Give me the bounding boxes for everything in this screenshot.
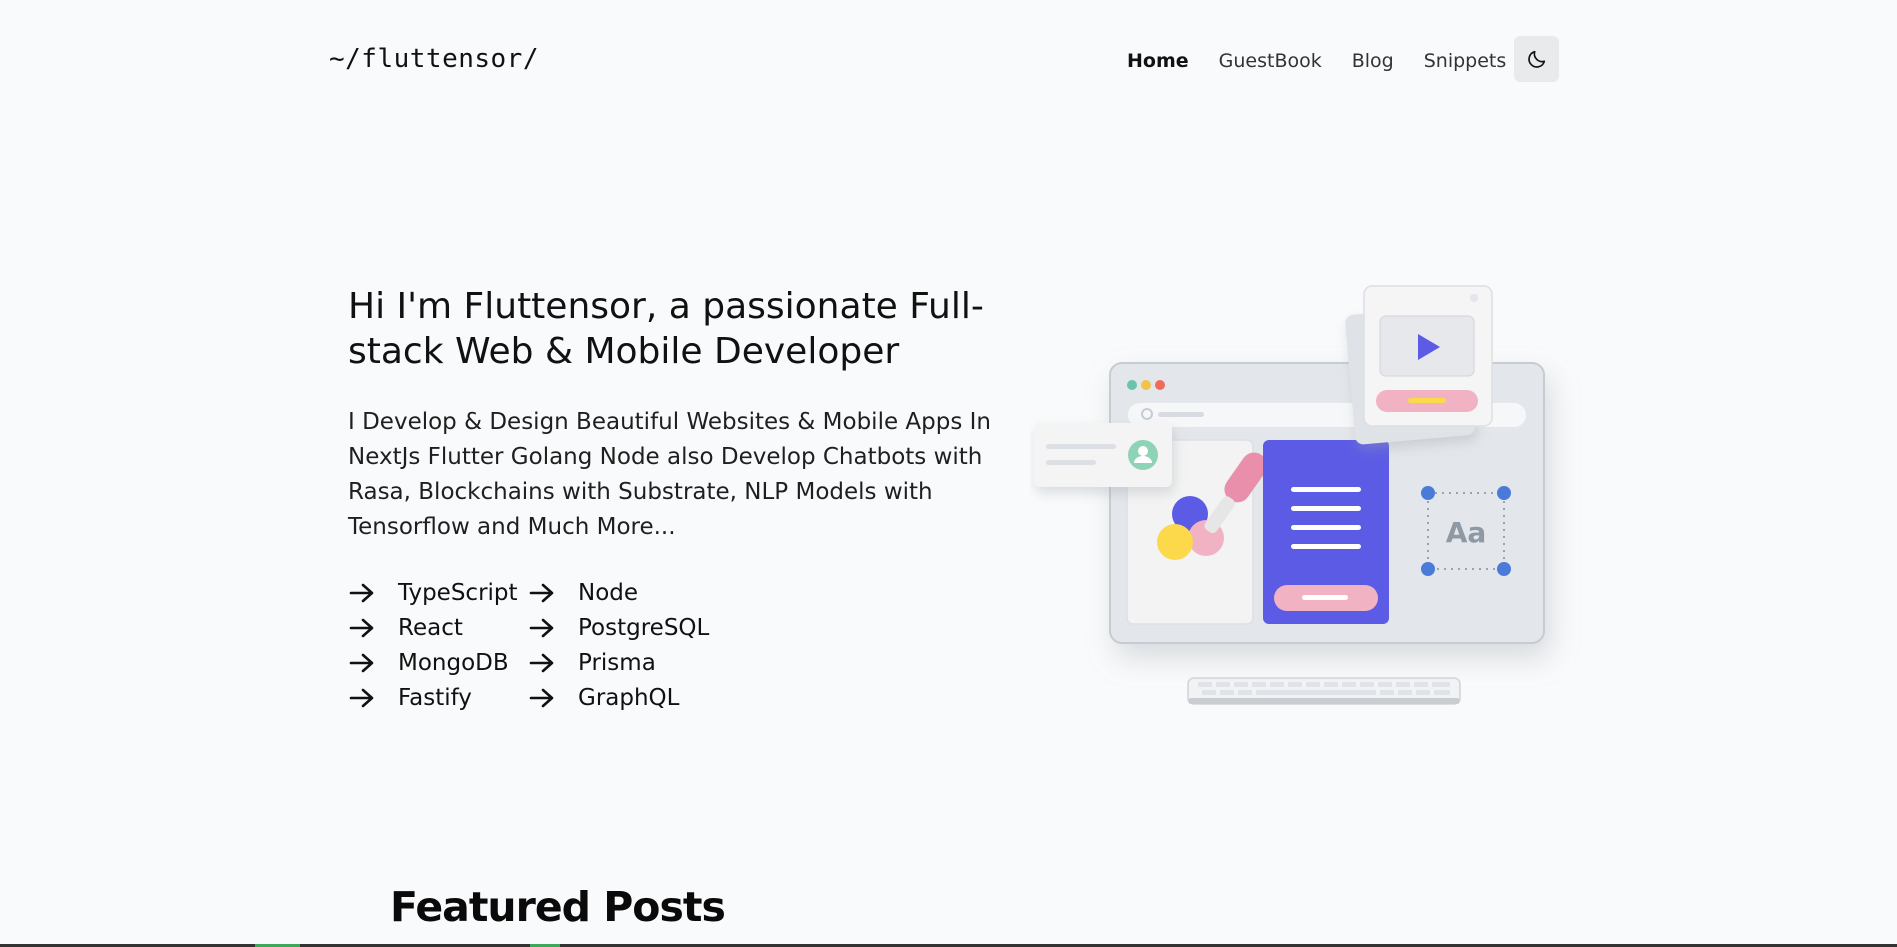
arrow-right-icon (529, 653, 554, 672)
page: ~/fluttensor/ Home GuestBook Blog Snippe… (0, 0, 1897, 947)
theme-toggle-button[interactable] (1514, 36, 1559, 82)
nav-snippets-link[interactable]: Snippets (1424, 50, 1507, 72)
arrow-right-icon (349, 688, 374, 707)
featured-posts-heading: Featured Posts (390, 883, 726, 931)
skill-label: PostgreSQL (578, 614, 710, 641)
skills-list: TypeScript Node React PostgreSQL MongoDB… (348, 575, 728, 715)
arrow-right-icon (349, 653, 374, 672)
arrow-right-icon (529, 618, 554, 637)
skill-item: Node (528, 575, 728, 610)
arrow-right-icon (349, 618, 374, 637)
user-icon (1128, 440, 1158, 470)
moon-icon (1527, 50, 1545, 68)
main-nav: Home GuestBook Blog Snippets (1127, 50, 1536, 72)
skill-item: GraphQL (528, 680, 728, 715)
skill-label: React (398, 614, 463, 641)
skill-item: MongoDB (348, 645, 528, 680)
hero-title: Hi I'm Fluttensor, a passionate Full-sta… (348, 286, 984, 372)
hero-illustration: Aa (1034, 285, 1545, 705)
skill-item: React (348, 610, 528, 645)
skill-label: TypeScript (398, 579, 518, 606)
skill-item: Prisma (528, 645, 728, 680)
font-badge-label: Aa (1446, 516, 1487, 549)
arrow-right-icon (349, 583, 374, 602)
arrow-right-icon (529, 583, 554, 602)
skill-label: GraphQL (578, 684, 680, 711)
hero-description: I Develop & Design Beautiful Websites & … (348, 409, 992, 540)
skill-item: Fastify (348, 680, 528, 715)
site-logo[interactable]: ~/fluttensor/ (329, 44, 539, 74)
nav-home-link[interactable]: Home (1127, 50, 1189, 72)
skill-item: PostgreSQL (528, 610, 728, 645)
skill-item: TypeScript (348, 575, 528, 610)
skill-label: MongoDB (398, 649, 509, 676)
nav-guestbook-link[interactable]: GuestBook (1219, 50, 1322, 72)
skill-label: Node (578, 579, 639, 606)
arrow-right-icon (529, 688, 554, 707)
skill-label: Prisma (578, 649, 656, 676)
nav-blog-link[interactable]: Blog (1352, 50, 1394, 72)
skill-label: Fastify (398, 684, 472, 711)
